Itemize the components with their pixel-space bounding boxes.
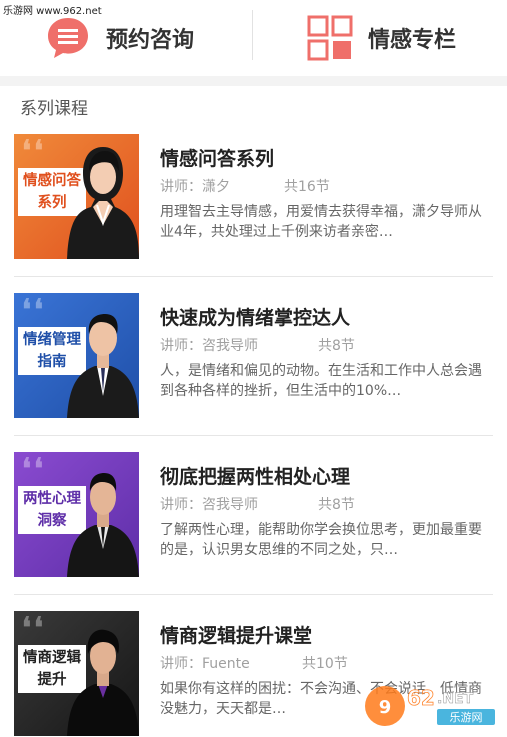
instructor-photo — [67, 629, 139, 736]
course-description: 了解两性心理，能帮助你学会换位思考，更加最重要的是，认识男女思维的不同之处，只… — [160, 522, 482, 558]
svg-text:62: 62 — [407, 686, 435, 710]
course-item[interactable]: ❛❛ 两性心理 洞察 彻底把握两性相处心理 讲师：咨我导师 共8节 了解两性心理… — [14, 452, 493, 595]
site-watermark: 乐游网 www.962.net — [3, 6, 102, 17]
course-description: 人，是情绪和偏见的动物。在生活和工作中人总会遇到各种各样的挫折，但生活中的10%… — [160, 363, 482, 399]
svg-text:.NET: .NET — [437, 691, 474, 707]
site-logo-watermark: 9 62 .NET 乐游网 — [365, 686, 495, 726]
chat-bubble-icon — [48, 18, 88, 58]
course-lessons: 共10节 — [302, 656, 348, 672]
section-separator — [0, 76, 507, 86]
course-item[interactable]: ❛❛ 情感问答 系列 情感问答系列 讲师：潇夕 共16节 用理智去主导情感，用爱… — [14, 134, 493, 277]
quote-marks-decoration: ❛❛ — [22, 134, 47, 167]
tab-consult-label: 预约咨询 — [106, 28, 195, 53]
tab-divider — [252, 10, 253, 60]
course-thumbnail: ❛❛ 情感问答 系列 — [14, 134, 139, 259]
course-teacher: 讲师：咨我导师 — [160, 338, 258, 354]
grid-icon — [307, 15, 353, 61]
tab-column[interactable]: 情感专栏 — [306, 0, 456, 76]
course-thumbnail: ❛❛ 情绪管理 指南 — [14, 293, 139, 418]
instructor-photo — [67, 147, 139, 259]
instructor-photo — [67, 314, 139, 418]
row-divider — [14, 435, 493, 436]
course-title: 彻底把握两性相处心理 — [160, 466, 351, 488]
instructor-photo — [67, 473, 139, 577]
course-teacher: 讲师：Fuente — [160, 656, 250, 672]
course-thumbnail: ❛❛ 两性心理 洞察 — [14, 452, 139, 577]
quote-marks-decoration: ❛❛ — [22, 293, 47, 326]
tab-column-label: 情感专栏 — [368, 28, 457, 53]
course-title: 情商逻辑提升课堂 — [160, 625, 313, 647]
course-title: 快速成为情绪掌控达人 — [160, 307, 351, 329]
course-title: 情感问答系列 — [160, 148, 275, 170]
course-description: 用理智去主导情感，用爱情去获得幸福，潇夕导师从业4年，共处理过上千例来访者亲密… — [160, 204, 482, 240]
course-lessons: 共8节 — [318, 497, 355, 513]
course-item[interactable]: ❛❛ 情绪管理 指南 快速成为情绪掌控达人 讲师：咨我导师 共8节 人，是情绪和… — [14, 293, 493, 436]
quote-marks-decoration: ❛❛ — [22, 611, 47, 644]
svg-text:9: 9 — [379, 697, 392, 718]
course-thumbnail: ❛❛ 情商逻辑 提升 — [14, 611, 139, 736]
quote-marks-decoration: ❛❛ — [22, 452, 47, 485]
svg-text:乐游网: 乐游网 — [450, 711, 483, 724]
course-teacher: 讲师：潇夕 — [160, 179, 230, 195]
section-title: 系列课程 — [20, 99, 88, 119]
course-teacher: 讲师：咨我导师 — [160, 497, 258, 513]
course-lessons: 共16节 — [284, 179, 330, 195]
row-divider — [14, 594, 493, 595]
course-lessons: 共8节 — [318, 338, 355, 354]
row-divider — [14, 276, 493, 277]
